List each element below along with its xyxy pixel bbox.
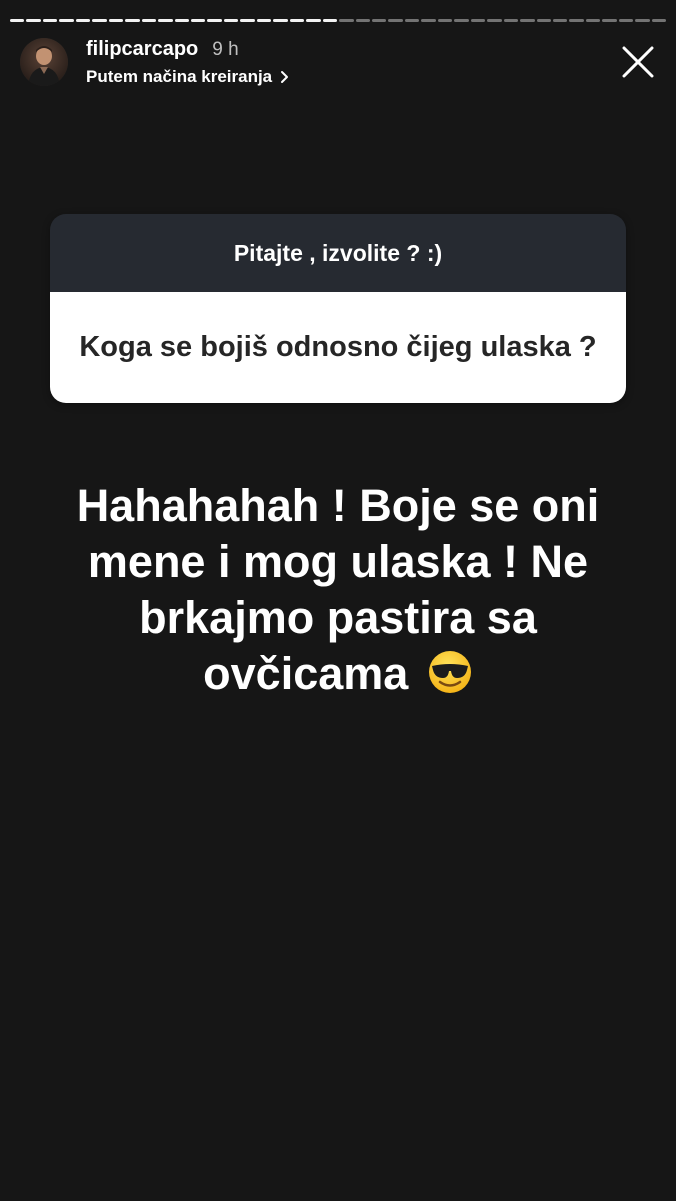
progress-segment	[273, 19, 288, 22]
progress-segment	[141, 19, 157, 22]
avatar-image	[20, 38, 68, 86]
progress-segment	[388, 19, 403, 22]
close-icon	[622, 46, 654, 78]
progress-segment	[470, 19, 486, 22]
question-sticker: Pitajte , izvolite ? :) Koga se bojiš od…	[50, 214, 626, 403]
progress-segment	[75, 19, 91, 22]
progress-segment	[256, 19, 272, 22]
progress-segment	[602, 19, 617, 22]
progress-segment	[437, 19, 453, 22]
progress-segment	[223, 19, 239, 22]
question-prompt: Pitajte , izvolite ? :)	[50, 214, 626, 292]
progress-segment	[158, 19, 173, 22]
story-header: filipcarcapo 9 h Putem načina kreiranja	[20, 34, 658, 90]
answer-text: Hahahahah ! Boje se oni mene i mog ulask…	[76, 480, 600, 699]
progress-segment	[618, 19, 634, 22]
create-mode-label: Putem načina kreiranja	[86, 66, 273, 86]
smiling-face-with-sunglasses-icon	[427, 649, 473, 708]
progress-segment	[240, 19, 255, 22]
progress-segment	[585, 19, 601, 22]
progress-segment	[59, 19, 74, 22]
progress-segment	[92, 19, 107, 22]
progress-segment	[536, 19, 551, 22]
close-button[interactable]	[618, 42, 658, 82]
progress-segment	[190, 19, 206, 22]
progress-segment	[355, 19, 370, 22]
post-time: 9 h	[212, 38, 239, 60]
username[interactable]: filipcarcapo	[86, 38, 198, 61]
progress-segment	[404, 19, 420, 22]
progress-segment	[454, 19, 469, 22]
progress-segment	[503, 19, 519, 22]
answer-text-block: Hahahahah ! Boje se oni mene i mog ulask…	[40, 478, 636, 708]
progress-segment	[322, 19, 338, 22]
chevron-right-icon	[281, 70, 289, 83]
progress-segment	[10, 19, 25, 22]
progress-segment	[339, 19, 354, 22]
progress-segment	[125, 19, 140, 22]
progress-segment	[207, 19, 222, 22]
profile-avatar[interactable]	[20, 38, 68, 86]
progress-segment	[421, 19, 436, 22]
progress-segment	[635, 19, 650, 22]
progress-segment	[42, 19, 58, 22]
progress-segment	[371, 19, 387, 22]
progress-segment	[651, 19, 667, 22]
progress-segment	[108, 19, 124, 22]
progress-segment	[520, 19, 535, 22]
progress-segment	[289, 19, 305, 22]
progress-segment	[174, 19, 189, 22]
create-mode-link[interactable]: Putem načina kreiranja	[86, 67, 290, 87]
story-progress-bar	[10, 19, 667, 22]
question-text: Koga se bojiš odnosno čijeg ulaska ?	[50, 292, 626, 403]
progress-segment	[552, 19, 568, 22]
progress-segment	[306, 19, 321, 22]
progress-segment	[569, 19, 584, 22]
progress-segment	[487, 19, 502, 22]
progress-segment	[26, 19, 41, 22]
